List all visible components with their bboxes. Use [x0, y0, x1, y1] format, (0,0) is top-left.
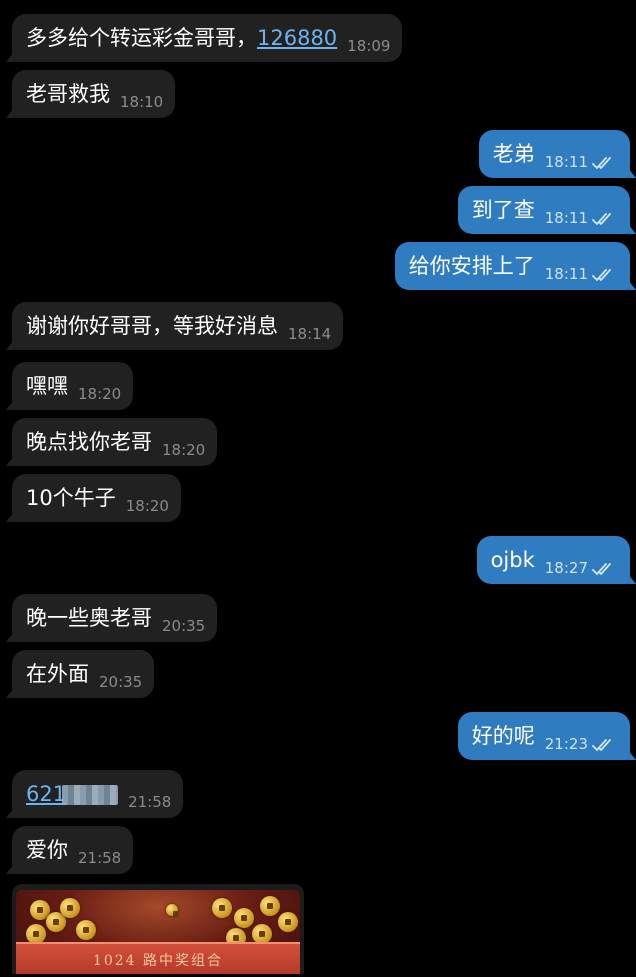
- incoming-message-bubble[interactable]: 老哥救我 18:10: [5, 70, 176, 118]
- message-timestamp: 18:11: [544, 153, 588, 171]
- double-check-icon: [592, 213, 611, 226]
- message-text-part: 10个牛子: [26, 486, 116, 510]
- outgoing-message-bubble[interactable]: 到了查 18:11: [457, 186, 636, 234]
- incoming-message-bubble[interactable]: 爱你 21:58: [5, 826, 134, 874]
- double-check-icon: [592, 739, 611, 752]
- message-text: 晚点找你老哥: [26, 418, 152, 466]
- message-text-part: 多多给个转运彩金哥哥，: [26, 26, 257, 50]
- message-timestamp: 21:23: [544, 735, 588, 753]
- message-text: 多多给个转运彩金哥哥，126880: [26, 14, 337, 62]
- message-timestamp: 18:11: [544, 209, 588, 227]
- message-text: 老弟: [493, 130, 535, 178]
- double-check-icon: [592, 563, 611, 576]
- message-text-part: 到了查: [471, 198, 535, 222]
- incoming-message-bubble[interactable]: 晚一些奥老哥 20:35: [5, 594, 218, 642]
- message-text-part: 老哥救我: [26, 82, 110, 106]
- message-text: ojbk: [491, 536, 535, 584]
- message-text-part: 在外面: [26, 662, 89, 686]
- message-timestamp: 18:20: [125, 497, 169, 515]
- incoming-message-bubble[interactable]: 晚点找你老哥 18:20: [5, 418, 218, 466]
- read-receipt: [592, 156, 618, 178]
- message-text: 10个牛子: [26, 474, 116, 522]
- outgoing-message-bubble[interactable]: 老弟 18:11: [478, 130, 636, 178]
- message-timestamp: 18:20: [162, 441, 206, 459]
- message-text-part: 晚一些奥老哥: [26, 606, 152, 630]
- message-text: 在外面: [26, 650, 89, 698]
- message-text-part: 嘿嘿: [26, 374, 68, 398]
- message-text: 老哥救我: [26, 70, 110, 118]
- incoming-message-bubble[interactable]: 在外面 20:35: [5, 650, 155, 698]
- message-text: 621: [26, 770, 119, 818]
- message-timestamp: 18:10: [120, 93, 164, 111]
- redaction-mosaic: [62, 785, 119, 805]
- message-timestamp: 20:35: [99, 673, 143, 691]
- message-text: 谢谢你好哥哥，等我好消息: [26, 302, 278, 350]
- message-link[interactable]: 126880: [257, 26, 337, 50]
- message-text-part: 晚点找你老哥: [26, 430, 152, 454]
- message-timestamp: 18:09: [347, 37, 391, 55]
- image-message[interactable]: 1024 路中奖组合: [12, 884, 304, 974]
- double-check-icon: [592, 269, 611, 282]
- message-text: 晚一些奥老哥: [26, 594, 152, 642]
- message-timestamp: 20:35: [162, 617, 206, 635]
- message-text: 好的呢: [472, 712, 535, 760]
- incoming-message-bubble[interactable]: 多多给个转运彩金哥哥，126880 18:09: [5, 14, 403, 62]
- message-text: 到了查: [472, 186, 535, 234]
- message-link[interactable]: 621: [26, 782, 66, 806]
- message-text-part: 给你安排上了: [408, 254, 535, 278]
- message-text: 嘿嘿: [26, 362, 68, 410]
- message-text: 给你安排上了: [409, 242, 535, 290]
- read-receipt: [592, 212, 618, 234]
- message-timestamp: 21:58: [128, 793, 172, 811]
- chat-message-list[interactable]: 多多给个转运彩金哥哥，126880 18:09 老哥救我 18:10 老弟 18:11 到了…: [0, 0, 636, 977]
- message-timestamp: 18:27: [544, 559, 588, 577]
- message-text-part: 好的呢: [471, 724, 535, 748]
- incoming-message-bubble[interactable]: 谢谢你好哥哥，等我好消息 18:14: [5, 302, 344, 350]
- outgoing-message-bubble[interactable]: 好的呢 21:23: [457, 712, 636, 760]
- incoming-message-bubble[interactable]: 621 21:58: [5, 770, 184, 818]
- read-receipt: [592, 738, 618, 760]
- message-text-part: 爱你: [26, 838, 68, 862]
- message-timestamp: 18:14: [288, 325, 332, 343]
- incoming-message-bubble[interactable]: 嘿嘿 18:20: [5, 362, 134, 410]
- promo-caption: 1024 路中奖组合: [92, 953, 224, 969]
- message-text: 爱你: [26, 826, 68, 874]
- read-receipt: [592, 562, 618, 584]
- message-text-part: ojbk: [490, 548, 535, 572]
- double-check-icon: [592, 157, 611, 170]
- promo-image: 1024 路中奖组合: [16, 890, 300, 974]
- message-text-part: 老弟: [492, 142, 535, 166]
- outgoing-message-bubble[interactable]: ojbk 18:27: [476, 536, 636, 584]
- message-timestamp: 21:58: [78, 849, 122, 867]
- message-text-part: 谢谢你好哥哥，等我好消息: [26, 314, 278, 338]
- outgoing-message-bubble[interactable]: 给你安排上了 18:11: [394, 242, 636, 290]
- message-timestamp: 18:20: [78, 385, 122, 403]
- read-receipt: [592, 268, 618, 290]
- incoming-message-bubble[interactable]: 10个牛子 18:20: [6, 474, 181, 522]
- message-timestamp: 18:11: [544, 265, 588, 283]
